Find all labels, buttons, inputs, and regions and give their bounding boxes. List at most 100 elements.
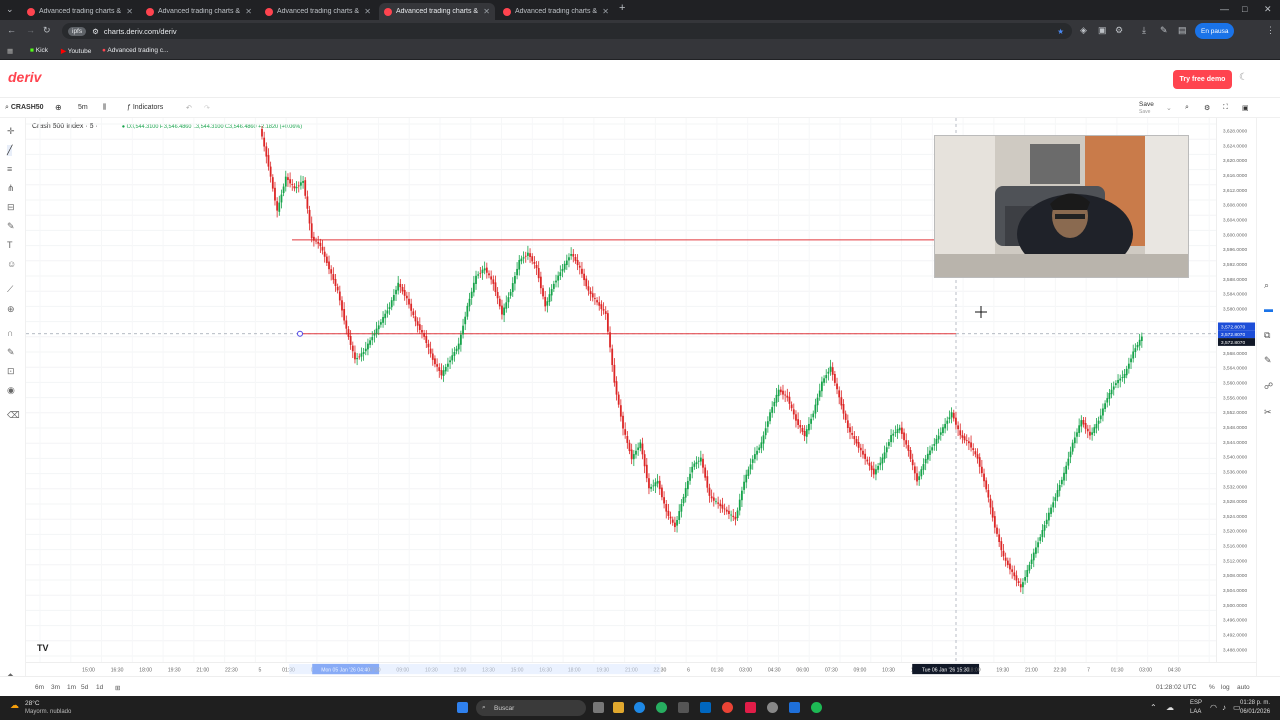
period-1d[interactable]: 1d <box>96 684 103 691</box>
edge-icon[interactable] <box>634 702 645 713</box>
start-icon[interactable] <box>457 702 468 713</box>
text-icon[interactable]: T <box>7 240 13 250</box>
file-explorer-icon[interactable] <box>613 702 624 713</box>
period-1m[interactable]: 1m <box>67 684 76 691</box>
save-button[interactable]: Save Save <box>1139 101 1154 115</box>
forward-icon[interactable]: → <box>26 25 35 35</box>
tab-search-icon[interactable]: ⌄ <box>6 4 14 15</box>
edit-icon[interactable]: ✎ <box>1264 355 1272 366</box>
undo-icon[interactable]: ↶ <box>186 104 192 112</box>
language-layout[interactable]: LAA <box>1190 709 1201 715</box>
period-3m[interactable]: 3m <box>51 684 60 691</box>
zoom-in-icon[interactable]: ⊕ <box>7 304 15 315</box>
emoji-icon[interactable]: ☺ <box>7 259 16 269</box>
pitchfork-icon[interactable]: ⋔ <box>7 183 15 194</box>
time-axis[interactable]: 15:00 16:30 18:00 19:30 21:00 22:30 5 01:30 03:0… <box>26 662 1256 676</box>
lock-icon[interactable]: ⊡ <box>7 366 15 377</box>
auto-toggle[interactable]: auto <box>1237 684 1250 691</box>
zoom-icon[interactable]: ⌕ <box>1185 104 1189 112</box>
lock-draw-icon[interactable]: ✎ <box>7 347 15 358</box>
chevron-down-icon[interactable]: ⌄ <box>1166 104 1172 112</box>
url-chip[interactable]: ipfs <box>68 26 87 36</box>
hline-icon[interactable]: ≡ <box>7 164 12 174</box>
bookmark-kick[interactable]: ■ Kick <box>30 47 48 54</box>
new-tab-button[interactable]: + <box>619 2 625 14</box>
spotify-icon[interactable] <box>811 702 822 713</box>
bookmark-youtube[interactable]: ▶ Youtube <box>61 47 91 55</box>
chrome-icon[interactable] <box>656 702 667 713</box>
settings-icon[interactable]: ⚙ <box>1204 104 1210 112</box>
bookmark-deriv[interactable]: ● Advanced trading c... <box>102 47 168 54</box>
price-axis[interactable]: 3,628.0000 3,624.0000 3,620.0000 3,616.0000… <box>1216 118 1256 662</box>
period-5d[interactable]: 5d <box>81 684 88 691</box>
taskbar-search[interactable]: ⌕ Buscar <box>476 700 586 716</box>
fib-icon[interactable]: ⊟ <box>7 202 15 213</box>
chat-icon[interactable]: ▬ <box>1264 304 1273 314</box>
settings-icon[interactable] <box>767 702 778 713</box>
compare-icon[interactable]: ⊕ <box>55 103 62 112</box>
chrome-red-icon[interactable] <box>722 702 733 713</box>
browser-tab[interactable]: Advanced trading charts & too ✕ <box>141 3 257 20</box>
store-icon[interactable] <box>678 702 689 713</box>
crosshair-icon[interactable]: ✛ <box>7 126 15 137</box>
extension-icon[interactable]: ▣ <box>1098 25 1107 36</box>
tools-icon[interactable]: ✂ <box>1264 407 1272 418</box>
maximize-icon[interactable]: □ <box>1242 4 1247 14</box>
reload-icon[interactable]: ↻ <box>43 25 51 36</box>
indicators-button[interactable]: ƒ Indicators <box>127 104 163 111</box>
line-handle[interactable] <box>297 330 303 337</box>
close-tab-icon[interactable]: ✕ <box>245 7 252 16</box>
close-tab-icon[interactable]: ✕ <box>602 7 609 16</box>
symbol-search[interactable]: ⌕ CRASH50 <box>5 104 44 112</box>
theme-toggle-icon[interactable]: ☾ <box>1239 72 1248 83</box>
app-icon[interactable] <box>789 702 800 713</box>
games-icon[interactable]: ☍ <box>1264 381 1273 392</box>
camera-icon[interactable]: ▣ <box>1242 104 1249 112</box>
extensions-puzzle-icon[interactable]: ✎ <box>1160 25 1168 36</box>
weather-desc[interactable]: Mayorm. nublado <box>25 709 71 715</box>
tray-icon[interactable]: ☁ <box>1166 703 1174 712</box>
browser-tab[interactable]: Advanced trading charts & too ✕ <box>498 3 614 20</box>
task-view-icon[interactable] <box>593 702 604 713</box>
ruler-icon[interactable]: ⟋ <box>7 284 13 295</box>
download-icon[interactable]: ⤓ <box>1142 25 1146 36</box>
browser-tab[interactable]: Advanced trading charts & too ✕ <box>379 3 495 20</box>
menu-icon[interactable]: ⋮ <box>1266 25 1275 36</box>
close-tab-icon[interactable]: ✕ <box>126 7 133 16</box>
language-code[interactable]: ESP <box>1190 700 1202 706</box>
apps-icon[interactable]: ▦ <box>7 47 13 55</box>
redo-icon[interactable]: ↷ <box>204 104 210 112</box>
utc-clock[interactable]: 01:28:02 UTC <box>1156 684 1196 691</box>
percent-toggle[interactable]: % <box>1209 684 1215 691</box>
url-field[interactable]: ipfs ⚙ charts.deriv.com/deriv ★ <box>62 23 1072 39</box>
clock-date[interactable]: 06/01/2026 <box>1240 709 1270 715</box>
fullscreen-icon[interactable]: ⛶ <box>1223 104 1228 112</box>
interval-button[interactable]: 5m <box>78 104 88 111</box>
trendline-icon[interactable]: ╱ <box>7 145 13 156</box>
period-6m[interactable]: 6m <box>35 684 44 691</box>
deriv-logo[interactable]: deriv <box>8 69 41 85</box>
log-toggle[interactable]: log <box>1221 684 1230 691</box>
tradingview-logo-icon[interactable]: TV <box>37 643 49 653</box>
try-free-demo-button[interactable]: Try free demo <box>1173 70 1232 89</box>
brush-icon[interactable]: ✎ <box>7 221 15 232</box>
extension-icon[interactable]: ◈ <box>1080 25 1087 36</box>
eye-icon[interactable]: ◉ <box>7 385 15 396</box>
chart-type-icon[interactable]: ⫼ <box>103 104 106 112</box>
site-info-icon[interactable]: ⚙ <box>92 27 99 36</box>
search-icon[interactable]: ⌕ <box>1264 280 1269 291</box>
close-tab-icon[interactable]: ✕ <box>364 7 371 16</box>
weather-temp[interactable]: 28°C <box>25 700 40 707</box>
tiktok-icon[interactable] <box>745 702 756 713</box>
magnet-icon[interactable]: ∩ <box>7 328 13 338</box>
close-tab-icon[interactable]: ✕ <box>483 7 490 16</box>
close-window-icon[interactable]: ✕ <box>1264 4 1272 15</box>
bookmark-star-icon[interactable]: ★ <box>1057 27 1064 36</box>
sidepanel-icon[interactable]: ▤ <box>1178 25 1187 36</box>
clock-time[interactable]: 01:28 p. m. <box>1240 700 1270 706</box>
date-range-icon[interactable]: ⊞ <box>115 684 120 692</box>
tray-chevron-icon[interactable]: ⌃ <box>1150 703 1157 712</box>
profile-pause-button[interactable]: En pausa <box>1195 23 1235 39</box>
extension-icon[interactable]: ⚙ <box>1115 25 1123 36</box>
trash-icon[interactable]: ⌫ <box>7 410 20 421</box>
